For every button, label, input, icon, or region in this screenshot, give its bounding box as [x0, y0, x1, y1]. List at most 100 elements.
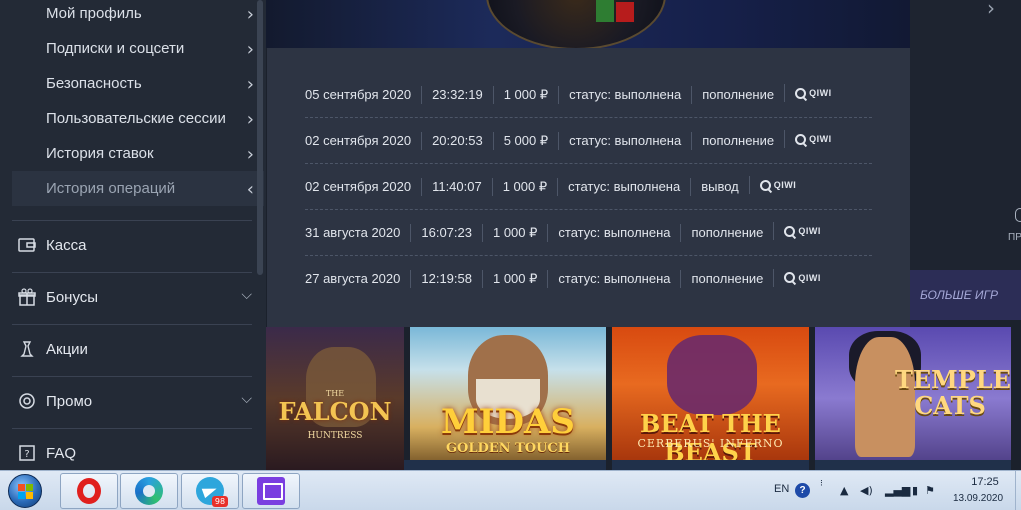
sidebar-item-security[interactable]: Безопасность ›	[12, 66, 264, 101]
chevron-right-icon: ›	[246, 4, 254, 25]
operation-row: 02 сентября 2020 20:20:53 5 000 ₽ статус…	[305, 118, 872, 164]
help-icon[interactable]: ?	[795, 483, 810, 498]
chevron-left-icon: ‹	[246, 179, 254, 200]
chevron-right-icon: ›	[246, 144, 254, 165]
operation-status: статус: выполнена	[558, 85, 691, 104]
operation-date: 02 сентября 2020	[305, 132, 412, 148]
more-games-button[interactable]: БОЛЬШЕ ИГР	[910, 270, 1021, 320]
language-indicator[interactable]: EN	[774, 483, 789, 495]
operation-type: вывод	[690, 177, 749, 196]
sidebar-scrollbar[interactable]	[257, 0, 263, 275]
chevron-right-icon: ›	[246, 109, 254, 130]
operation-type: пополнение	[691, 131, 784, 150]
game-row-strip	[815, 460, 1011, 470]
windows-logo-icon	[8, 474, 42, 508]
pro-label[interactable]: ПРО	[1008, 232, 1021, 243]
volume-icon[interactable]: ◀)	[860, 484, 873, 497]
sidebar-item-sessions[interactable]: Пользовательские сессии ›	[12, 101, 264, 136]
start-button[interactable]	[2, 473, 48, 509]
qiwi-icon	[795, 87, 807, 99]
menu-item-cashier[interactable]: Касса	[12, 220, 252, 270]
menu-item-promotions[interactable]: Акции	[12, 324, 252, 374]
sidebar-item-label: История ставок	[46, 145, 154, 162]
roulette-wheel-image	[486, 0, 666, 48]
operation-time: 11:40:07	[421, 177, 492, 196]
chevron-right-icon[interactable]: ›	[987, 0, 995, 20]
qiwi-icon	[784, 272, 796, 283]
sidebar-item-bet-history[interactable]: История ставок ›	[12, 136, 264, 171]
operation-status: статус: выполнена	[557, 177, 690, 196]
operation-time: 12:19:58	[410, 270, 482, 288]
sidebar-item-subscriptions[interactable]: Подписки и соцсети ›	[12, 31, 264, 66]
game-tile-falcon[interactable]: FALCON HUNTRESS THE	[266, 327, 404, 470]
telegram-unread-badge: 98	[212, 496, 228, 507]
clock-date[interactable]: 13.09.2020	[940, 493, 1016, 504]
menu-item-promo[interactable]: Промо ⌵	[12, 376, 252, 426]
flag-icon[interactable]: ⚑	[925, 484, 935, 497]
operation-status: статус: выполнена	[547, 223, 680, 242]
operation-time: 23:32:19	[421, 85, 493, 104]
operation-history-panel: 05 сентября 2020 23:32:19 1 000 ₽ статус…	[267, 48, 910, 327]
operation-row: 31 августа 2020 16:07:23 1 000 ₽ статус:…	[305, 210, 872, 256]
svg-text:?: ?	[24, 449, 29, 460]
system-tray: EN ? ⁝ ▲ ◀) ▂▄▆ ▮ ⚑ 17:25 13.09.2020	[760, 471, 1021, 510]
chevron-right-icon: ›	[246, 74, 254, 95]
game-title: MIDAS	[441, 402, 575, 442]
opera-icon	[77, 478, 101, 504]
game-title: FALCON	[278, 397, 392, 426]
menu-item-faq[interactable]: ? FAQ	[12, 428, 252, 470]
sidebar-item-profile[interactable]: Мой профиль ›	[12, 0, 264, 31]
menu-item-label: Промо	[46, 393, 93, 410]
taskbar-twitch[interactable]	[242, 473, 300, 509]
operation-status: статус: выполнена	[558, 131, 691, 150]
game-row-strip	[612, 460, 809, 470]
game-tile-temple-cats[interactable]: TEMPLE CATS	[815, 327, 1011, 470]
menu-item-label: FAQ	[46, 445, 77, 462]
operation-status: статус: выполнена	[547, 270, 680, 288]
chess-icon	[20, 341, 34, 357]
sidebar-item-label: Безопасность	[46, 75, 142, 92]
chevron-right-icon: ›	[246, 39, 254, 60]
show-hidden-icons-icon[interactable]: ▲	[840, 484, 848, 497]
edge-icon	[135, 477, 163, 505]
promo-icon	[19, 393, 35, 409]
chevron-down-icon: ⌵	[241, 287, 252, 303]
operation-type: пополнение	[680, 223, 773, 242]
banner-decoration	[616, 2, 634, 22]
taskbar-telegram[interactable]	[181, 473, 239, 509]
operation-row: 27 августа 2020 12:19:58 1 000 ₽ статус:…	[305, 256, 872, 302]
qiwi-logo: QIWI	[748, 176, 807, 194]
qiwi-logo: QIWI	[784, 84, 842, 102]
game-tile-beat-the-beast[interactable]: BEAT THE BEAST CERBERUS' INFERNO	[612, 327, 809, 470]
clock-time[interactable]: 17:25	[955, 476, 1015, 488]
taskbar-opera[interactable]	[60, 473, 118, 509]
qiwi-icon	[784, 225, 796, 237]
menu-item-label: Акции	[46, 341, 88, 358]
operation-time: 16:07:23	[410, 223, 482, 242]
game-subtitle: CERBERUS' INFERNO	[637, 437, 784, 450]
twitch-icon	[257, 477, 285, 505]
sidebar-item-label: Подписки и соцсети	[46, 40, 185, 57]
sidebar-item-operation-history[interactable]: История операций ‹	[12, 171, 264, 206]
battery-icon[interactable]: ▮	[912, 484, 918, 497]
qiwi-logo: QIWI	[773, 268, 831, 287]
operation-amount: 1 000 ₽	[481, 223, 547, 242]
operation-date: 27 августа 2020	[305, 271, 401, 286]
game-tile-midas[interactable]: MIDAS GOLDEN TOUCH	[410, 327, 606, 470]
menu-item-bonuses[interactable]: Бонусы ⌵	[12, 272, 252, 322]
operation-date: 05 сентября 2020	[305, 86, 412, 102]
network-icon[interactable]: ▂▄▆	[885, 484, 910, 497]
sidebar-item-label: Мой профиль	[46, 5, 142, 22]
gift-icon	[18, 288, 36, 306]
show-desktop-button[interactable]	[1015, 471, 1021, 510]
hero-banner	[266, 0, 1021, 48]
cerberus-image	[667, 335, 757, 415]
game-subtitle: GOLDEN TOUCH	[445, 441, 571, 456]
operation-amount: 1 000 ₽	[491, 177, 557, 196]
question-icon: ?	[19, 445, 35, 461]
tray-overflow-icon[interactable]: ⁝	[820, 479, 823, 489]
operation-amount: 1 000 ₽	[492, 85, 558, 104]
taskbar-edge[interactable]	[120, 473, 178, 509]
game-title: TEMPLE CATS	[895, 365, 1011, 420]
qiwi-logo: QIWI	[773, 222, 831, 240]
